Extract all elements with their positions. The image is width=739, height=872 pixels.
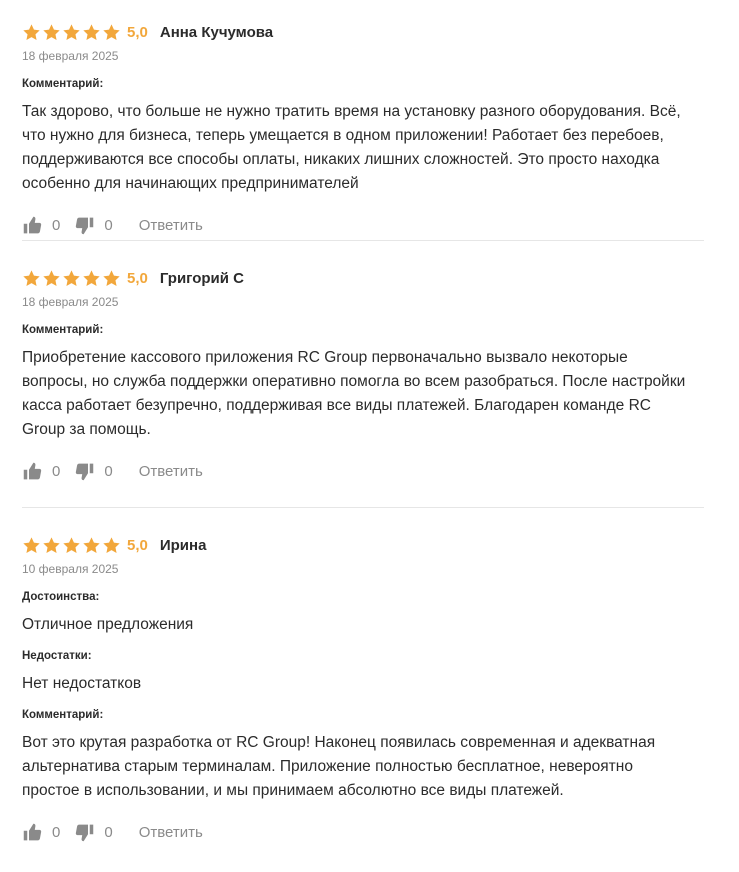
star-icon xyxy=(82,269,101,288)
like-button[interactable]: 0 xyxy=(22,461,60,482)
like-button[interactable]: 0 xyxy=(22,822,60,843)
star-icon xyxy=(82,23,101,42)
review-header: 5,0 Анна Кучумова xyxy=(22,22,704,42)
reviews-list: 5,0 Анна Кучумова 18 февраля 2025 Коммен… xyxy=(0,0,739,845)
star-icon xyxy=(102,23,121,42)
review-card: 5,0 Григорий С 18 февраля 2025 Комментар… xyxy=(22,240,704,507)
review-date: 10 февраля 2025 xyxy=(22,562,119,576)
star-icon xyxy=(42,23,61,42)
dislike-button[interactable]: 0 xyxy=(74,461,113,482)
like-count: 0 xyxy=(52,462,61,480)
review-actions: 0 0 Ответить xyxy=(22,212,704,238)
star-icon xyxy=(42,269,61,288)
rating-value: 5,0 xyxy=(127,269,148,287)
comment-label: Комментарий: xyxy=(22,709,104,721)
review-date: 18 февраля 2025 xyxy=(22,295,119,309)
star-icon xyxy=(22,536,41,555)
star-icon xyxy=(22,23,41,42)
like-button[interactable]: 0 xyxy=(22,215,60,236)
like-count: 0 xyxy=(52,823,61,841)
reply-link[interactable]: Ответить xyxy=(139,217,203,234)
review-header: 5,0 Ирина xyxy=(22,535,704,555)
comment-text: Приобретение кассового приложения RC Gro… xyxy=(22,349,686,438)
star-icon xyxy=(62,536,81,555)
star-rating xyxy=(22,536,121,555)
thumbs-up-icon xyxy=(22,461,43,482)
dislike-button[interactable]: 0 xyxy=(74,822,113,843)
review-actions: 0 0 Ответить xyxy=(22,819,704,845)
like-count: 0 xyxy=(52,216,61,234)
comment-label: Комментарий: xyxy=(22,78,104,90)
star-icon xyxy=(62,23,81,42)
star-icon xyxy=(62,269,81,288)
dislike-count: 0 xyxy=(104,823,113,841)
star-rating xyxy=(22,23,121,42)
comment-text: Так здорово, что больше не нужно тратить… xyxy=(22,103,681,192)
review-actions: 0 0 Ответить xyxy=(22,458,704,484)
review-card: 5,0 Анна Кучумова 18 февраля 2025 Коммен… xyxy=(22,0,704,240)
thumbs-up-icon xyxy=(22,822,43,843)
pros-text: Отличное предложения xyxy=(22,616,194,633)
dislike-count: 0 xyxy=(104,462,113,480)
review-header: 5,0 Григорий С xyxy=(22,268,704,288)
author-name: Ирина xyxy=(159,536,207,554)
pros-label: Достоинства: xyxy=(22,591,100,603)
dislike-count: 0 xyxy=(104,216,113,234)
comment-label: Комментарий: xyxy=(22,324,104,336)
rating-value: 5,0 xyxy=(127,23,148,41)
thumbs-down-icon xyxy=(74,461,95,482)
reply-link[interactable]: Ответить xyxy=(139,463,203,480)
thumbs-up-icon xyxy=(22,215,43,236)
thumbs-down-icon xyxy=(74,215,95,236)
review-card: 5,0 Ирина 10 февраля 2025 Достоинства: О… xyxy=(22,507,704,845)
cons-text: Нет недостатков xyxy=(22,675,142,692)
star-icon xyxy=(82,536,101,555)
rating-value: 5,0 xyxy=(127,536,148,554)
comment-text: Вот это крутая разработка от RC Group! Н… xyxy=(22,734,656,799)
reply-link[interactable]: Ответить xyxy=(139,824,203,841)
star-icon xyxy=(22,269,41,288)
author-name: Анна Кучумова xyxy=(159,23,274,41)
review-date: 18 февраля 2025 xyxy=(22,49,119,63)
star-icon xyxy=(42,536,61,555)
star-rating xyxy=(22,269,121,288)
author-name: Григорий С xyxy=(159,269,244,287)
star-icon xyxy=(102,269,121,288)
thumbs-down-icon xyxy=(74,822,95,843)
star-icon xyxy=(102,536,121,555)
dislike-button[interactable]: 0 xyxy=(74,215,113,236)
cons-label: Недостатки: xyxy=(22,650,92,662)
